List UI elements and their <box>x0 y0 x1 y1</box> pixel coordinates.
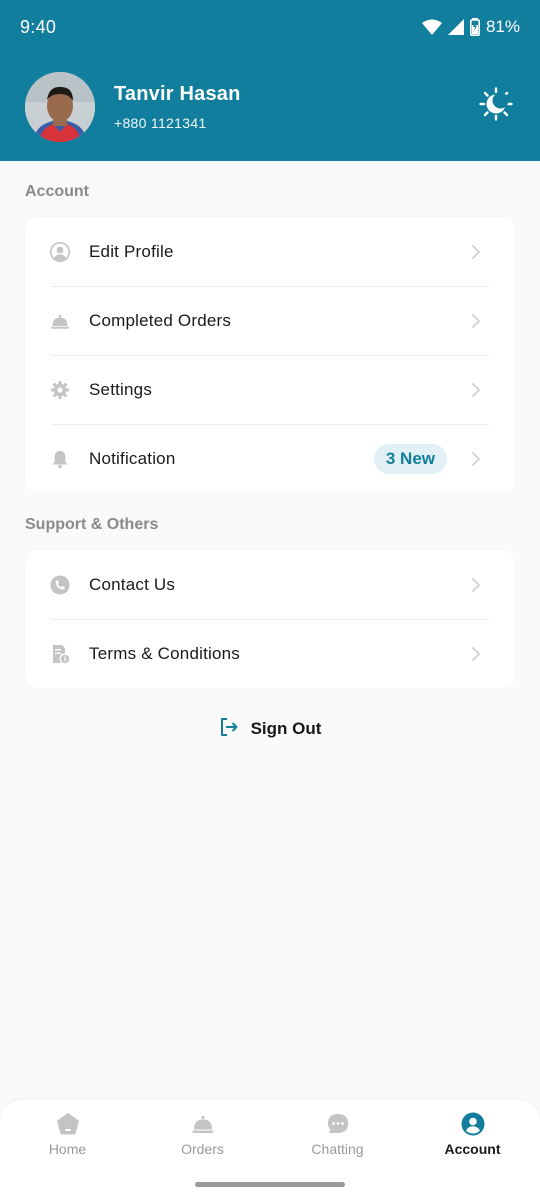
sign-out-button[interactable]: Sign Out <box>0 712 540 746</box>
avatar[interactable] <box>25 72 95 142</box>
cellular-signal-icon <box>447 19 464 35</box>
battery-percent: 81% <box>485 17 520 36</box>
nav-chatting[interactable]: Chatting <box>270 1112 405 1172</box>
chevron-right-icon <box>471 382 481 403</box>
battery-icon <box>469 18 480 36</box>
chevron-right-icon <box>471 451 481 472</box>
nav-home[interactable]: Home <box>0 1112 135 1172</box>
notification-badge: 3 New <box>373 444 447 474</box>
status-bar: 9:40 81% <box>0 0 540 54</box>
completed-orders-item[interactable]: Completed Orders <box>51 286 489 355</box>
nav-account[interactable]: Account <box>405 1112 540 1172</box>
account-card: Edit Profile Completed Orders Settings N… <box>25 217 515 493</box>
notification-item[interactable]: Notification 3 New <box>51 424 489 493</box>
document-info-icon <box>50 644 70 664</box>
settings-label: Settings <box>89 380 153 399</box>
logout-icon <box>219 717 239 742</box>
status-icons: 81% <box>421 17 520 37</box>
chevron-right-icon <box>471 646 481 667</box>
cloche-icon <box>191 1112 215 1136</box>
chevron-right-icon <box>471 244 481 265</box>
cloche-icon <box>50 311 70 331</box>
chevron-right-icon <box>471 313 481 334</box>
bell-icon <box>50 449 70 469</box>
profile-phone: +880 1121341 <box>114 115 207 131</box>
wifi-icon <box>421 19 442 35</box>
terms-conditions-item[interactable]: Terms & Conditions <box>51 619 489 688</box>
completed-orders-label: Completed Orders <box>89 311 232 330</box>
home-indicator[interactable] <box>195 1182 345 1187</box>
profile-summary: Tanvir Hasan +880 1121341 <box>25 72 241 142</box>
dark-mode-toggle[interactable] <box>476 86 516 126</box>
home-icon <box>56 1112 80 1136</box>
nav-chatting-label: Chatting <box>311 1141 364 1157</box>
status-time: 9:40 <box>20 16 57 37</box>
profile-header: 9:40 81% Tanvir Hasan +880 1121341 <box>0 0 540 161</box>
chevron-right-icon <box>471 577 481 598</box>
nav-orders-label: Orders <box>181 1141 224 1157</box>
phone-icon <box>50 575 70 595</box>
support-card: Contact Us Terms & Conditions <box>25 550 515 688</box>
moon-sun-icon <box>479 86 513 126</box>
edit-profile-label: Edit Profile <box>89 241 174 261</box>
nav-home-label: Home <box>48 1141 87 1157</box>
account-section-title: Account <box>25 183 89 200</box>
support-section-title: Support & Others <box>25 516 159 533</box>
profile-name: Tanvir Hasan <box>114 83 241 105</box>
contact-us-label: Contact Us <box>89 574 176 594</box>
sign-out-label: Sign Out <box>250 719 322 738</box>
notification-label: Notification <box>89 449 176 468</box>
user-circle-icon <box>50 241 70 262</box>
nav-orders[interactable]: Orders <box>135 1112 270 1172</box>
gear-icon <box>50 380 70 400</box>
settings-item[interactable]: Settings <box>51 355 489 424</box>
chat-icon <box>326 1112 350 1136</box>
terms-conditions-label: Terms & Conditions <box>89 644 240 663</box>
nav-account-label: Account <box>444 1141 501 1157</box>
account-icon <box>461 1112 485 1136</box>
edit-profile-item[interactable]: Edit Profile <box>50 217 489 286</box>
contact-us-item[interactable]: Contact Us <box>50 550 489 619</box>
